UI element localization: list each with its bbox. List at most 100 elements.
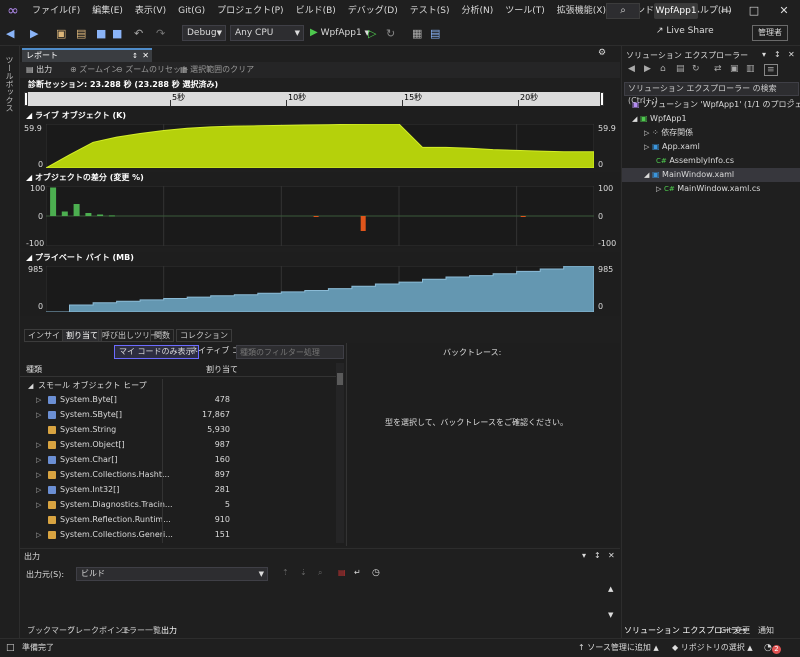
collapse-all-icon[interactable]: ▣ [730,64,739,74]
chevron-right-icon[interactable]: ▷ [36,393,41,407]
show-all-files-icon[interactable]: ▥ [746,64,755,74]
pin-icon[interactable]: ↕ [132,50,138,62]
new-item-icon[interactable]: ▣ [56,26,66,42]
solution-search-input[interactable]: ソリューション エクスプローラー の検索 (Ctrl+;) ⌕ [624,82,799,105]
tab-allocations[interactable]: 割り当て [62,329,102,342]
sync-icon[interactable]: ⇄ [714,64,722,74]
chevron-right-icon[interactable]: ▷ [36,453,41,467]
output-scrollbar[interactable]: ▲ ▼ [608,585,616,623]
table-row[interactable]: System.String 5,930 [20,423,336,438]
mainwindow-cs-node[interactable]: ▷ C# MainWindow.xaml.cs [622,182,800,196]
table-row[interactable]: ▷ System.Collections.Hasht... 897 [20,468,336,483]
hot-reload-icon[interactable]: ↻ [386,26,395,42]
clear-all-icon[interactable]: ▤ [338,568,346,577]
tab-notifications[interactable]: 通知 [758,624,774,638]
save-icon[interactable]: ■ [96,26,106,42]
scrollbar[interactable] [336,363,344,543]
menu-build[interactable]: ビルド(B) [290,0,342,22]
open-folder-icon[interactable]: ▤ [76,26,86,42]
select-repository-button[interactable]: ◆ リポジトリの選択 ▲ [672,639,753,657]
tab-diagsession[interactable]: レポート2022122....diagsession* ↕ ✕ [22,48,152,72]
find-icon[interactable]: ⌕ [318,568,322,578]
column-allocations-header[interactable]: 割り当て [206,363,238,377]
type-filter-input[interactable] [236,345,344,359]
tab-git-changes[interactable]: Git 変更 [720,624,750,638]
settings-gear-icon[interactable]: ⚙ [598,48,606,58]
timeline-ruler[interactable]: 5秒 10秒 15秒 20秒 [24,92,604,106]
panel-menu-icon[interactable]: ▾ [582,551,586,560]
panel-menu-icon[interactable]: ▾ [762,50,766,59]
close-tab-icon[interactable]: ✕ [142,50,149,62]
table-row[interactable]: ▷ System.Object[] 987 [20,438,336,453]
tab-collections[interactable]: コレクション [176,329,232,342]
menu-debug[interactable]: デバッグ(D) [342,0,404,22]
redo-icon[interactable]: ↷ [156,26,165,42]
project-node[interactable]: ◢ ▣ WpfApp1 [622,112,800,126]
forward-icon[interactable]: ▶ [30,26,38,42]
undo-icon[interactable]: ↶ [134,26,143,42]
close-icon[interactable]: ✕ [770,0,798,22]
switch-views-icon[interactable]: ▤ [676,64,685,74]
output-source-select[interactable]: ビルド ▼ [76,567,268,581]
go-to-next-icon[interactable]: ⇣ [300,568,307,577]
mainwindow-xaml-node[interactable]: ◢ ▣ MainWindow.xaml [622,168,800,182]
notification-bell-icon[interactable]: ◔ [764,639,772,657]
back-icon[interactable]: ◀ [628,64,635,74]
chevron-right-icon[interactable]: ▷ [36,408,41,422]
table-row[interactable]: ▷ System.Collections.Generi... 151 [20,528,336,543]
menu-view[interactable]: 表示(V) [129,0,172,22]
platform-select[interactable]: Any CPU ▼ [230,25,304,41]
assemblyinfo-node[interactable]: C# AssemblyInfo.cs [622,154,800,168]
save-all-icon[interactable]: ■ [112,26,122,42]
expand-icon[interactable]: ◢ [28,379,33,393]
live-share-button[interactable]: ↗ Live Share [656,26,714,36]
go-to-previous-icon[interactable]: ⇡ [282,568,289,577]
scroll-down-icon[interactable]: ▼ [608,611,613,619]
table-row[interactable]: ▷ System.SByte[] 17,867 [20,408,336,423]
zoom-reset-button[interactable]: ⊖ ズームのリセット [116,64,189,76]
home-icon[interactable]: ⌂ [660,64,666,74]
heap-group-row[interactable]: ◢ スモール オブジェクト ヒープ [20,379,336,393]
pin-icon[interactable]: ↕ [774,50,781,59]
solution-node[interactable]: ▣ ソリューション 'WpfApp1' (1/1 のプロジェクト) [622,98,800,112]
table-row[interactable]: ▷ System.Byte[] 478 [20,393,336,408]
selection-end-handle[interactable] [600,92,604,106]
start-without-debugging-icon[interactable]: ▷ [368,26,376,42]
table-row[interactable]: System.Reflection.Runtim... 910 [20,513,336,528]
maximize-icon[interactable]: □ [740,0,768,22]
minimize-icon[interactable]: — [712,0,740,22]
source-control-button[interactable]: ↑ ソース管理に追加 ▲ [578,639,659,657]
tab-functions[interactable]: 関数 [150,329,174,342]
clock-icon[interactable]: ◷ [372,568,380,578]
menu-tools[interactable]: ツール(T) [499,0,551,22]
zoom-in-button[interactable]: ⊕ ズームイン [70,64,119,76]
chevron-right-icon[interactable]: ▷ [36,528,41,542]
close-icon[interactable]: ✕ [788,50,795,59]
properties-icon[interactable]: ≡ [764,64,778,76]
menu-analyze[interactable]: 分析(N) [455,0,499,22]
output-button[interactable]: ▤ 出力 [26,64,52,76]
app-xaml-node[interactable]: ▷ ▣ App.xaml [622,140,800,154]
word-wrap-icon[interactable]: ↵ [354,568,361,577]
browser-link-icon[interactable]: ▤ [430,26,440,42]
column-type-header[interactable]: 種類 [26,363,42,377]
forward-icon[interactable]: ▶ [644,64,651,74]
selection-start-handle[interactable] [24,92,28,106]
menu-git[interactable]: Git(G) [172,0,211,22]
toolbox-tab[interactable]: ツールボックス [4,56,15,112]
scrollbar-thumb[interactable] [337,373,343,385]
menu-extensions[interactable]: 拡張機能(X) [551,0,612,22]
menu-test[interactable]: テスト(S) [404,0,456,22]
toolbar-options-icon[interactable]: ▦ [412,26,422,42]
chevron-right-icon[interactable]: ▷ [36,438,41,452]
search-icon[interactable]: ⌕ [606,3,640,19]
pending-changes-icon[interactable]: ↻ [692,64,700,74]
back-icon[interactable]: ◀ [6,26,14,42]
dependencies-node[interactable]: ▷ ⁘ 依存関係 [622,126,800,140]
pin-icon[interactable]: ↕ [594,551,601,560]
table-row[interactable]: ▷ System.Int32[] 281 [20,483,336,498]
clear-selection-button[interactable]: ▦ 選択範囲のクリア [180,64,254,76]
chevron-right-icon[interactable]: ▷ [36,498,41,512]
configuration-select[interactable]: Debug ▼ [182,25,226,41]
tab-output[interactable]: 出力 [158,624,180,638]
